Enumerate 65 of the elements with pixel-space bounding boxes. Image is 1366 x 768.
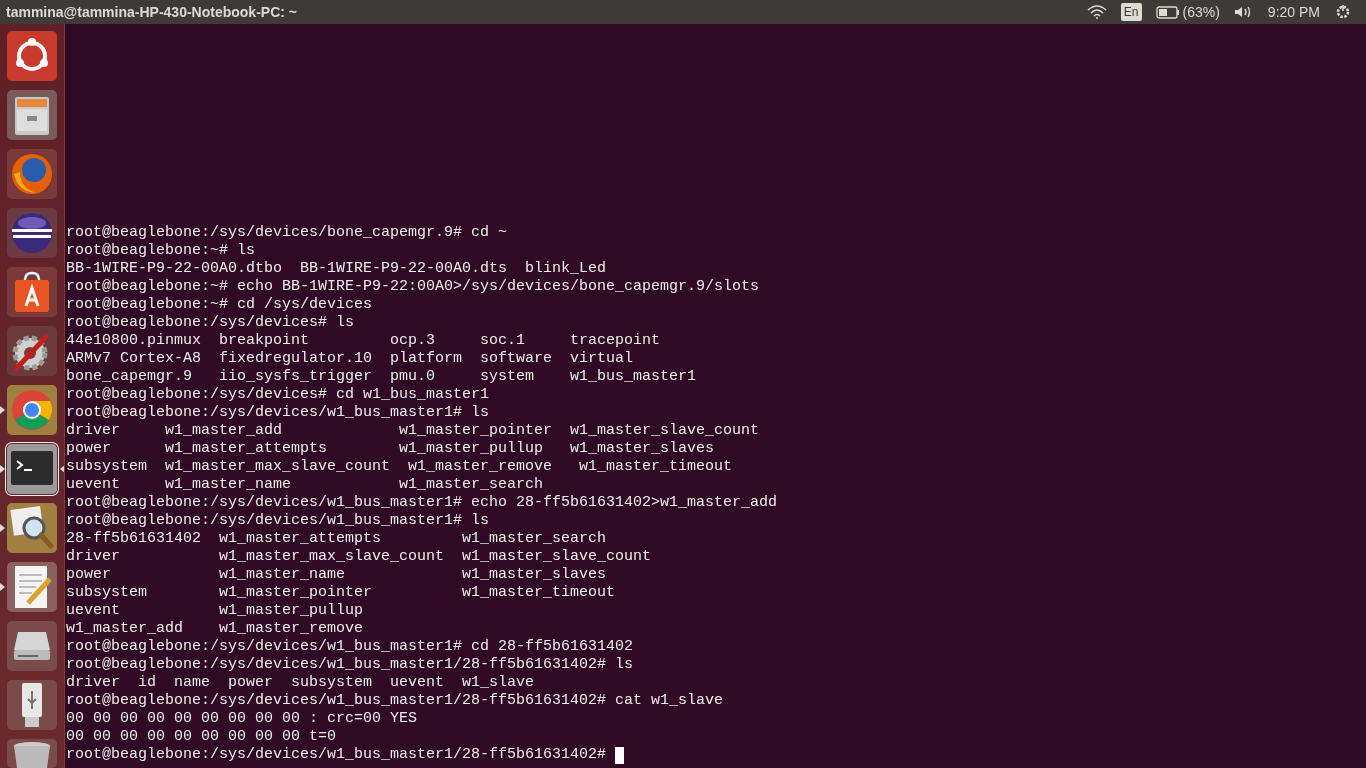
launcher-item[interactable]	[6, 266, 58, 318]
terminal-line: root@beaglebone:/sys/devices/w1_bus_master1# cd 28-ff5b61631402	[66, 638, 634, 656]
terminal-line: subsystem w1_master_pointer w1_master_timeout	[66, 584, 616, 602]
terminal-line: 00 00 00 00 00 00 00 00 00 t=0	[66, 728, 337, 746]
terminal-line: root@beaglebone:/sys/devices/w1_bus_master1# ls	[66, 512, 490, 530]
launcher-item[interactable]	[6, 207, 58, 259]
window-title: tammina@tammina-HP-430-Notebook-PC: ~	[6, 2, 297, 22]
terminal-line: w1_master_add w1_master_remove	[66, 620, 364, 638]
terminal-line: power w1_master_name w1_master_slaves	[66, 566, 607, 584]
terminal-line: root@beaglebone:~# ls	[66, 242, 256, 260]
chrome-icon	[6, 384, 58, 436]
terminal-line: power w1_master_attempts w1_master_pullup w1_master_slaves	[66, 440, 715, 458]
focus-indicator-icon	[59, 465, 64, 473]
terminal-line: driver w1_master_add w1_master_pointer w1_master_slave_count	[66, 422, 760, 440]
terminal-line: bone_capemgr.9 iio_sysfs_trigger pmu.0 system w1_bus_master1	[66, 368, 697, 386]
terminal-line: uevent w1_master_pullup	[66, 602, 364, 620]
terminal-line: driver w1_master_max_slave_count w1_master_slave_count	[66, 548, 652, 566]
terminal-line: 28-ff5b61631402 w1_master_attempts w1_master_search	[66, 530, 607, 548]
power-gear-icon[interactable]	[1334, 3, 1352, 21]
terminal-line: driver id name power subsystem uevent w1_slave	[66, 674, 535, 692]
terminal-line: 00 00 00 00 00 00 00 00 00 : crc=00 YES	[66, 710, 418, 728]
gear-wrench-icon	[6, 325, 58, 377]
clock[interactable]: 9:20 PM	[1267, 1, 1320, 23]
battery-icon[interactable]	[1155, 5, 1180, 19]
wifi-icon[interactable]	[1086, 5, 1107, 19]
text-cursor	[615, 746, 625, 764]
eclipse-icon	[6, 207, 58, 259]
launcher-item[interactable]	[6, 384, 58, 436]
terminal-line: root@beaglebone:/sys/devices/w1_bus_master1# ls	[66, 404, 490, 422]
keyboard-layout-indicator[interactable]: En	[1120, 3, 1142, 21]
terminal-icon	[6, 443, 58, 495]
notepad-pencil-icon	[6, 561, 58, 613]
firefox-icon	[6, 148, 58, 200]
terminal-line: ARMv7 Cortex-A8 fixedregulator.10 platform software virtual	[66, 350, 634, 368]
launcher-item[interactable]	[6, 325, 58, 377]
battery-percentage[interactable]: (63%)	[1182, 1, 1220, 23]
launcher-item[interactable]	[6, 620, 58, 672]
launcher-item[interactable]	[6, 30, 58, 82]
shopping-bag-icon	[6, 266, 58, 318]
terminal-line: subsystem w1_master_max_slave_count w1_master_remove w1_master_timeout	[66, 458, 733, 476]
launcher-item[interactable]	[6, 561, 58, 613]
launcher-item[interactable]	[6, 148, 58, 200]
terminal-line: root@beaglebone:/sys/devices/w1_bus_master1/28-ff5b61631402# cat w1_slave	[66, 692, 724, 710]
launcher-item[interactable]	[6, 502, 58, 554]
terminal-line: root@beaglebone:~# echo BB-1WIRE-P9-22:00A0>/sys/devices/bone_capemgr.9/slots	[66, 278, 760, 296]
magnifier-picture-icon	[6, 502, 58, 554]
hard-drive-icon	[6, 620, 58, 672]
terminal-line: BB-1WIRE-P9-22-00A0.dtbo BB-1WIRE-P9-22-00A0.dts blink_Led	[66, 260, 607, 278]
ubuntu-logo-icon	[6, 30, 58, 82]
terminal-line: root@beaglebone:~# cd /sys/devices	[66, 296, 373, 314]
usb-drive-icon	[6, 679, 58, 731]
terminal-line: 44e10800.pinmux breakpoint ocp.3 soc.1 tracepoint	[66, 332, 661, 350]
launcher-item[interactable]	[6, 89, 58, 141]
terminal-line: root@beaglebone:/sys/devices/bone_capemgr.9# cd ~	[66, 224, 508, 242]
terminal-line: uevent w1_master_name w1_master_search	[66, 476, 544, 494]
terminal-line: root@beaglebone:/sys/devices/w1_bus_master1/28-ff5b61631402# ls	[66, 656, 634, 674]
terminal-prompt: root@beaglebone:/sys/devices/w1_bus_master1/28-ff5b61631402#	[66, 746, 608, 764]
launcher-item[interactable]	[6, 738, 58, 768]
terminal-line: root@beaglebone:/sys/devices# ls	[66, 314, 355, 332]
trash-icon	[6, 738, 58, 768]
terminal-line: root@beaglebone:/sys/devices# cd w1_bus_master1	[66, 386, 490, 404]
launcher-item[interactable]	[6, 679, 58, 731]
file-cabinet-icon	[6, 89, 58, 141]
launcher-item[interactable]	[6, 443, 58, 495]
terminal-line: root@beaglebone:/sys/devices/w1_bus_master1# echo 28-ff5b61631402>w1_master_add	[66, 494, 778, 512]
